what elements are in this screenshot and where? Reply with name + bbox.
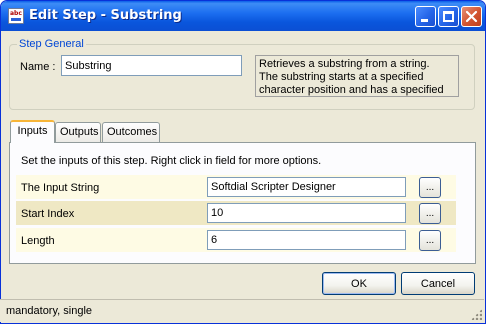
description-line: The substring starts at a specified bbox=[259, 71, 424, 83]
step-general-legend: Step General bbox=[17, 38, 86, 50]
start-index-browse-button[interactable]: ... bbox=[419, 203, 441, 224]
input-string-label: The Input String bbox=[21, 182, 100, 194]
inputs-instructions: Set the inputs of this step. Right click… bbox=[21, 155, 322, 167]
minimize-button[interactable] bbox=[415, 6, 436, 27]
input-string-browse-button[interactable]: ... bbox=[419, 177, 441, 198]
resize-grip-icon[interactable] bbox=[471, 309, 482, 320]
abc-icon: abc bbox=[8, 8, 24, 24]
close-icon bbox=[465, 10, 478, 23]
input-row-input-string: The Input String ... bbox=[16, 175, 456, 199]
ok-button[interactable]: OK bbox=[322, 272, 396, 295]
length-browse-button[interactable]: ... bbox=[419, 230, 441, 251]
input-row-start-index: Start Index ... bbox=[16, 201, 456, 225]
input-string-field[interactable] bbox=[207, 177, 406, 197]
step-description[interactable]: Retrieves a substring from a string. The… bbox=[255, 55, 459, 97]
status-text: mandatory, single bbox=[6, 305, 93, 317]
start-index-field[interactable] bbox=[207, 203, 406, 223]
description-line: character position and has a specified bbox=[259, 84, 444, 96]
name-label: Name : bbox=[20, 61, 56, 73]
title-bar[interactable]: abc Edit Step - Substring bbox=[1, 1, 485, 31]
tab-inputs[interactable]: Inputs bbox=[10, 120, 55, 143]
tab-outputs[interactable]: Outputs bbox=[55, 122, 101, 142]
minimize-icon bbox=[421, 19, 428, 22]
tab-outcomes[interactable]: Outcomes bbox=[102, 122, 160, 142]
description-line: Retrieves a substring from a string. bbox=[259, 58, 430, 70]
name-input[interactable] bbox=[61, 55, 242, 76]
input-row-length: Length ... bbox=[16, 228, 456, 252]
window-title: Edit Step - Substring bbox=[29, 8, 182, 23]
start-index-label: Start Index bbox=[21, 208, 75, 220]
close-button[interactable] bbox=[461, 6, 482, 27]
length-field[interactable] bbox=[207, 230, 406, 250]
maximize-icon bbox=[443, 11, 454, 22]
cancel-button[interactable]: Cancel bbox=[401, 272, 475, 295]
maximize-button[interactable] bbox=[438, 6, 459, 27]
status-bar: mandatory, single bbox=[0, 299, 484, 322]
length-label: Length bbox=[21, 235, 55, 247]
